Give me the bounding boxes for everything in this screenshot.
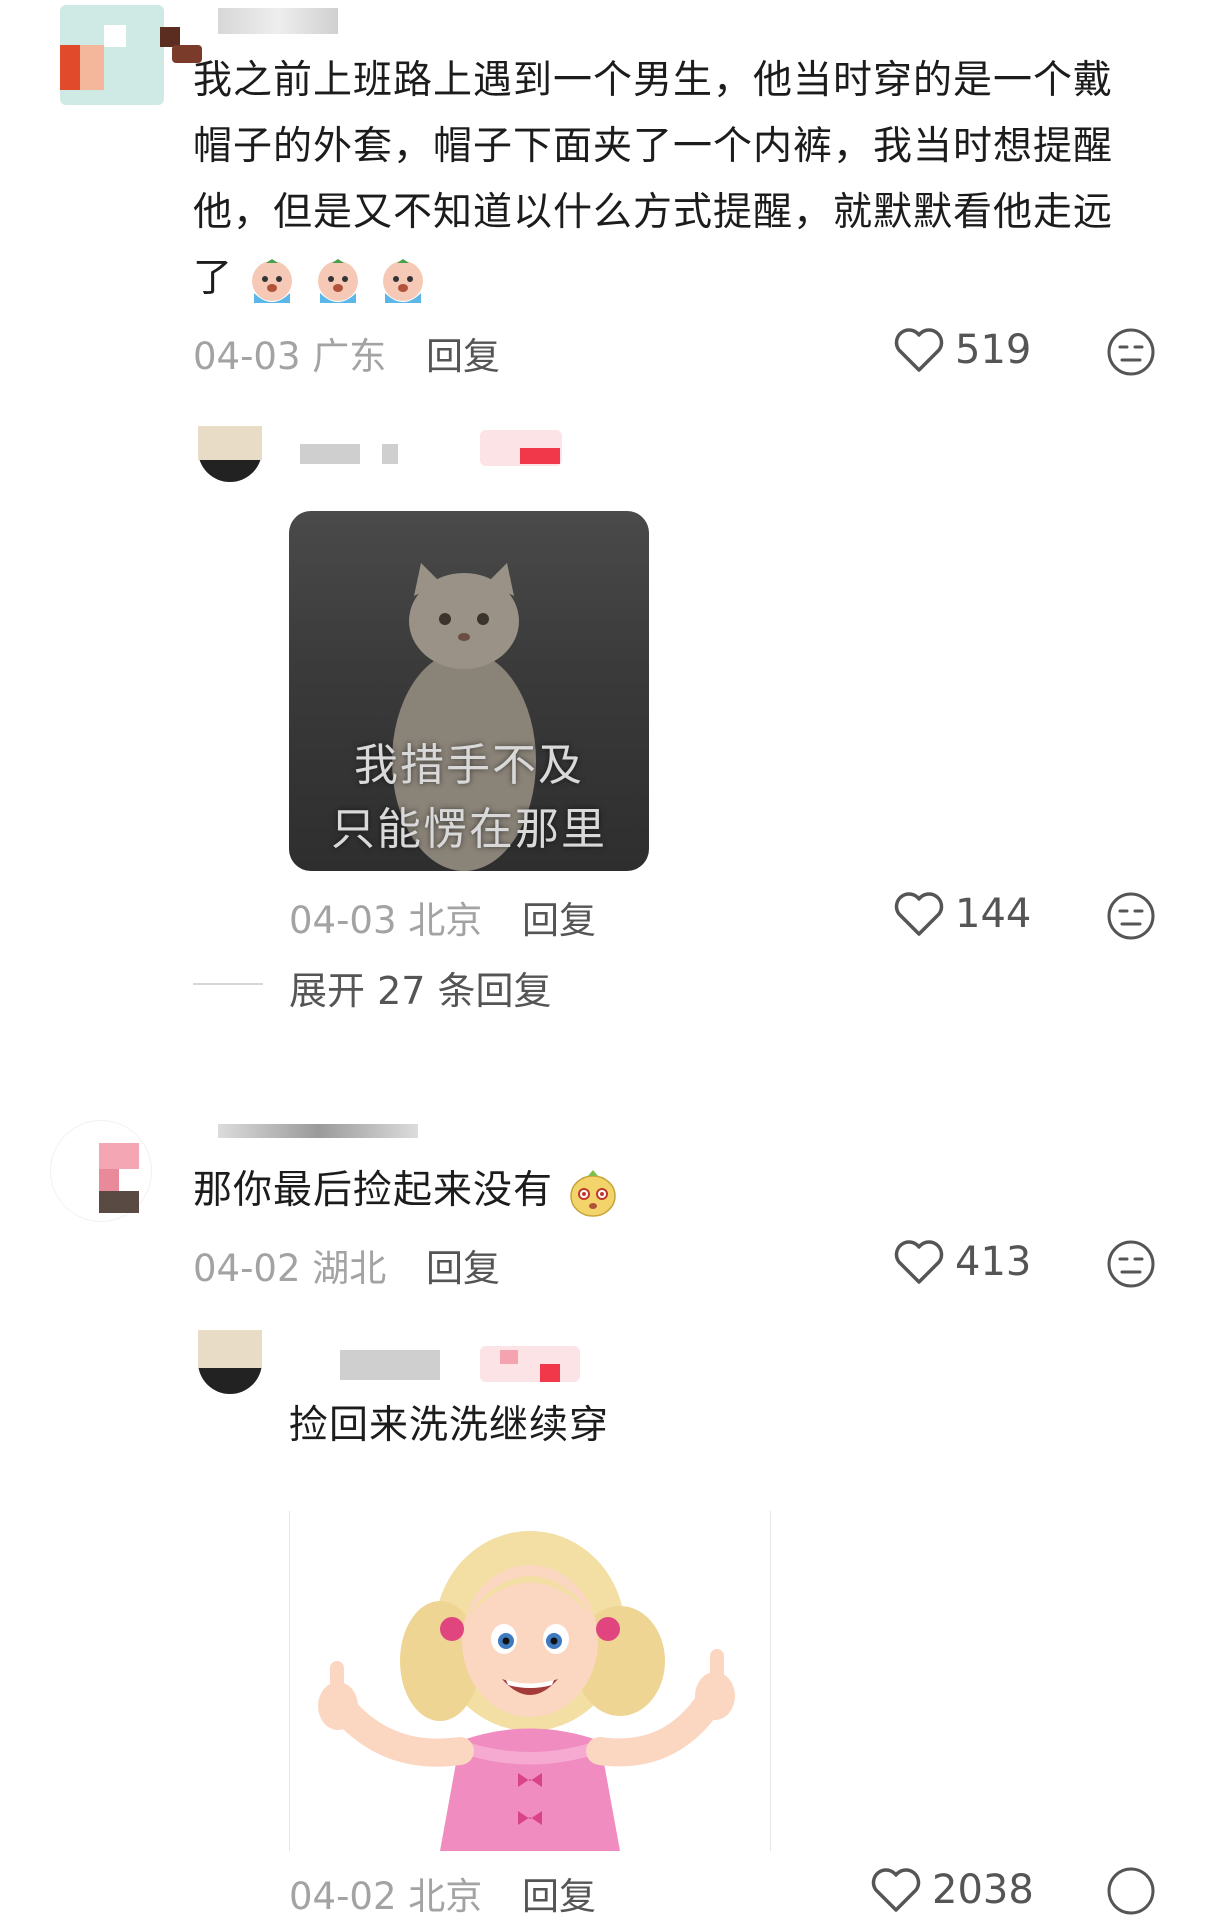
- like-count: 2038: [932, 1867, 1034, 1913]
- cat-sticker-image[interactable]: 我措手不及 只能愣在那里: [289, 511, 649, 871]
- like-button[interactable]: 413: [893, 1238, 1031, 1286]
- dislike-face-icon[interactable]: [1106, 1866, 1156, 1916]
- like-count: 413: [955, 1239, 1032, 1285]
- username[interactable]: [218, 8, 338, 34]
- heart-icon: [871, 1868, 921, 1912]
- like-button[interactable]: 519: [893, 326, 1031, 374]
- reply-text: 捡回来洗洗继续穿: [289, 1403, 610, 1448]
- reply-username-extra: [382, 444, 398, 464]
- reply-avatar[interactable]: [198, 1330, 262, 1394]
- comment-text: 那你最后捡起来没有: [193, 1158, 620, 1224]
- expand-divider: [193, 983, 263, 985]
- comment-date-location: 04-02 湖北: [193, 1247, 387, 1290]
- comment-text: 我之前上班路上遇到一个男生，他当时穿的是一个戴 帽子的外套，帽子下面夹了一个内裤…: [193, 48, 1113, 312]
- reply-avatar[interactable]: [198, 426, 262, 482]
- like-count: 144: [955, 891, 1032, 937]
- crying-emoji-icon: [383, 258, 424, 303]
- reply-username[interactable]: [300, 444, 360, 464]
- reply-button[interactable]: 回复: [522, 1866, 596, 1920]
- author-badge: [480, 430, 562, 466]
- dislike-face-icon[interactable]: [1106, 327, 1156, 377]
- crying-emoji-icon: [252, 258, 293, 303]
- reply-date-location: 04-02 北京: [289, 1875, 483, 1918]
- thumbs-up-doll-image[interactable]: [289, 1511, 771, 1851]
- like-button[interactable]: 144: [893, 890, 1031, 938]
- dislike-face-icon[interactable]: [1106, 1239, 1156, 1289]
- doll-illustration: [318, 1531, 735, 1851]
- comment-date-location: 04-03 广东: [193, 335, 387, 378]
- crying-emoji-icon: [317, 258, 358, 303]
- sticker-caption-line1: 我措手不及: [354, 740, 584, 791]
- dislike-face-icon[interactable]: [1106, 891, 1156, 941]
- like-count: 519: [955, 327, 1032, 373]
- avatar[interactable]: [60, 5, 202, 105]
- username[interactable]: [218, 1124, 418, 1138]
- reply-button[interactable]: 回复: [522, 890, 596, 944]
- author-badge: [480, 1346, 580, 1382]
- heart-icon: [894, 1240, 944, 1284]
- sticker-caption-line2: 只能愣在那里: [331, 804, 607, 855]
- heart-icon: [894, 328, 944, 372]
- reply-date-location: 04-03 北京: [289, 899, 483, 942]
- heart-icon: [894, 892, 944, 936]
- reply-button[interactable]: 回复: [426, 326, 500, 380]
- expand-replies-button[interactable]: 展开 27 条回复: [289, 960, 552, 1015]
- shocked-emoji-icon: [570, 1169, 617, 1217]
- reply-button[interactable]: 回复: [426, 1238, 500, 1292]
- like-button[interactable]: 2038: [870, 1866, 1034, 1914]
- avatar[interactable]: [50, 1120, 152, 1222]
- reply-username[interactable]: [340, 1350, 440, 1380]
